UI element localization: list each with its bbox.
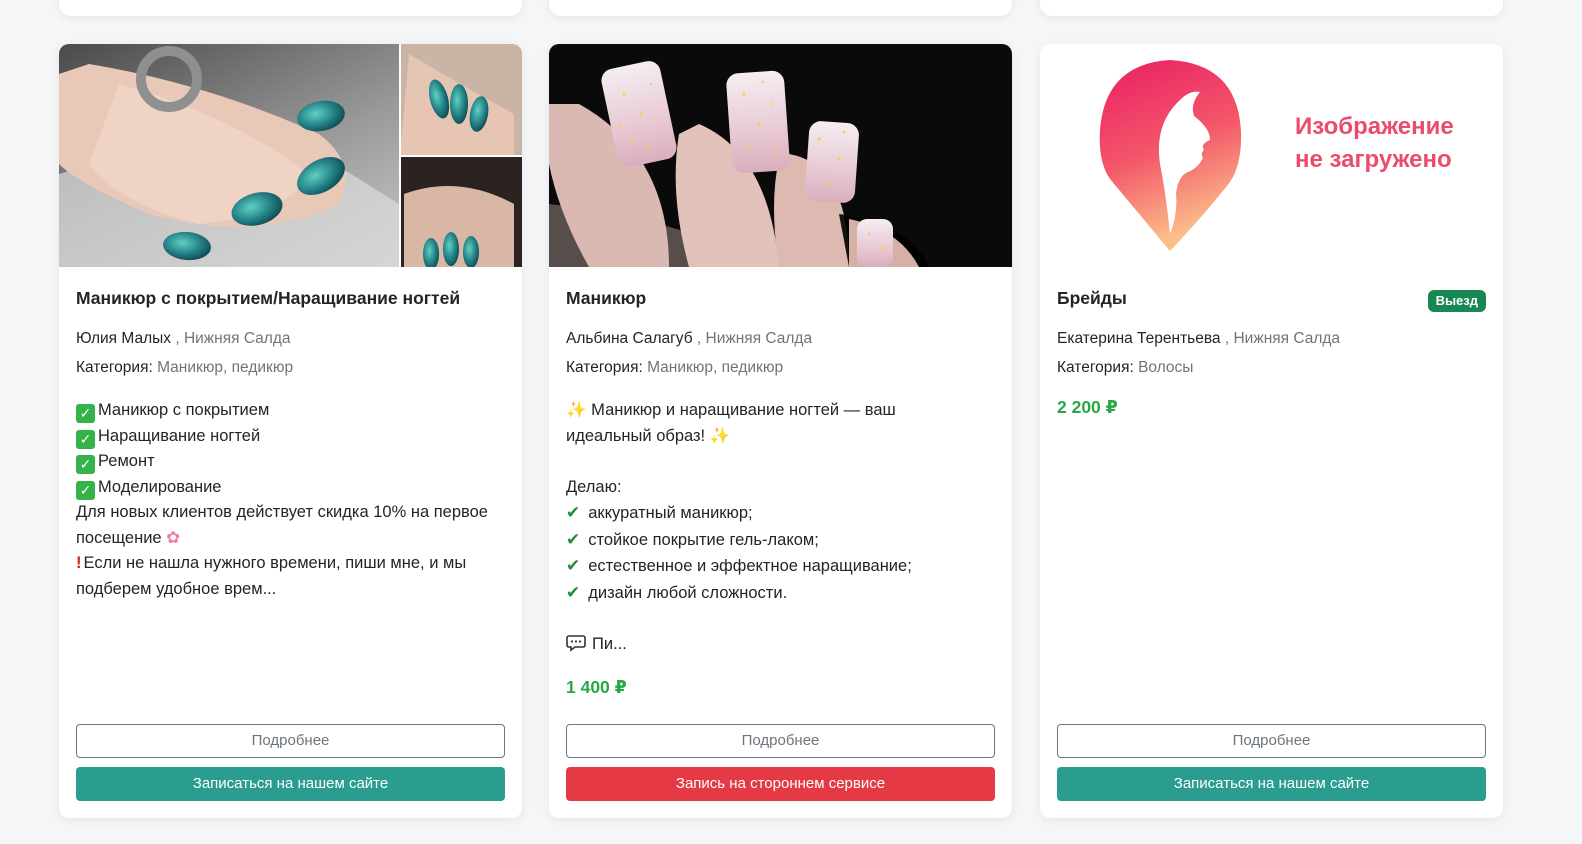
previous-card-bottom bbox=[59, 0, 522, 16]
book-on-site-button[interactable]: Записаться на нашем сайте bbox=[1057, 767, 1486, 801]
details-button[interactable]: Подробнее bbox=[1057, 724, 1486, 758]
desc-line: Ремонт bbox=[98, 452, 155, 470]
check-mark-icon: ✔ bbox=[566, 556, 581, 575]
category-label: Категория: bbox=[566, 359, 643, 376]
category-label: Категория: bbox=[1057, 359, 1134, 376]
check-mark-icon: ✔ bbox=[566, 582, 581, 602]
city: , Нижняя Салда bbox=[696, 330, 813, 347]
desc-line: идеальный образ! bbox=[566, 426, 706, 445]
desc-line: Моделирование bbox=[98, 477, 222, 496]
check-mark-icon: ✓ bbox=[76, 404, 95, 423]
desc-line: Если не нашла нужного времени, пиши мне,… bbox=[83, 554, 467, 572]
service-title[interactable]: Маникюр bbox=[566, 287, 995, 309]
desc-line: Маникюр и наращивание ногтей — ваш bbox=[591, 401, 896, 419]
service-card: Изображение не загружено Брейды Выезд Ек… bbox=[1040, 44, 1503, 818]
details-button[interactable]: Подробнее bbox=[76, 724, 505, 758]
desc-line: аккуратный маникюр; bbox=[588, 504, 753, 522]
desc-line: Для новых клиентов действует скидка 10% … bbox=[76, 503, 488, 521]
city: , Нижняя Салда bbox=[175, 330, 291, 347]
desc-line: Делаю: bbox=[566, 477, 622, 496]
category-value: Волосы bbox=[1138, 359, 1194, 376]
desc-line: дизайн любой сложности. bbox=[588, 583, 788, 602]
speech-bubble-icon bbox=[566, 634, 586, 661]
price: 1 400 ₽ bbox=[566, 677, 627, 697]
green-glitter-nails-photo bbox=[59, 44, 522, 267]
check-mark-icon: ✔ bbox=[566, 529, 581, 549]
category-row: Категория: Волосы bbox=[1057, 358, 1486, 378]
master-name[interactable]: Екатерина Терентьева bbox=[1057, 330, 1221, 347]
sparkle-nails-photo bbox=[549, 44, 1012, 267]
category-label: Категория: bbox=[76, 359, 153, 376]
image-placeholder[interactable]: Изображение не загружено bbox=[1040, 44, 1503, 267]
desc-line: естественное и эффектное наращивание; bbox=[588, 557, 912, 575]
desc-line: Маникюр с покрытием bbox=[98, 401, 270, 419]
details-button[interactable]: Подробнее bbox=[566, 724, 995, 758]
placeholder-line: не загружено bbox=[1295, 146, 1452, 173]
master-name[interactable]: Альбина Салагуб bbox=[566, 330, 693, 347]
service-title[interactable]: Маникюр с покрытием/Наращивание ногтей bbox=[76, 287, 505, 309]
check-mark-icon: ✓ bbox=[76, 455, 95, 474]
service-title[interactable]: Брейды bbox=[1057, 287, 1486, 309]
desc-line: подберем удобное врем... bbox=[76, 579, 277, 598]
flower-icon: ✿ bbox=[166, 528, 181, 547]
previous-card-bottom bbox=[1040, 0, 1503, 16]
desc-line: посещение bbox=[76, 528, 162, 547]
desc-line: стойкое покрытие гель-лаком; bbox=[588, 530, 819, 549]
category-value: Маникюр, педикюр bbox=[647, 359, 784, 376]
service-photo[interactable] bbox=[549, 44, 1012, 267]
category-value: Маникюр, педикюр bbox=[157, 359, 294, 376]
master-name[interactable]: Юлия Малых bbox=[76, 330, 171, 347]
service-card: Маникюр с покрытием/Наращивание ногтей Ю… bbox=[59, 44, 522, 818]
sparkles-icon: ✨ bbox=[566, 401, 587, 419]
placeholder-line: Изображение bbox=[1295, 113, 1454, 140]
service-photo[interactable] bbox=[59, 44, 522, 267]
service-card: Маникюр Альбина Салагуб , Нижняя Салда К… bbox=[549, 44, 1012, 818]
category-row: Категория: Маникюр, педикюр bbox=[76, 358, 505, 378]
exclamation-icon: ! bbox=[76, 554, 82, 572]
price: 2 200 ₽ bbox=[1057, 397, 1118, 417]
service-description: ✓ Маникюр с покрытием ✓ Наращивание ногтей… bbox=[76, 398, 505, 602]
category-row: Категория: Маникюр, педикюр bbox=[566, 358, 995, 378]
previous-card-bottom bbox=[549, 0, 1012, 16]
outcall-badge: Выезд bbox=[1427, 290, 1486, 312]
city: , Нижняя Салда bbox=[1224, 330, 1341, 347]
sparkles-icon: ✨ bbox=[709, 426, 731, 445]
master-info: Екатерина Терентьева , Нижняя Салда bbox=[1057, 329, 1486, 349]
check-mark-icon: ✔ bbox=[566, 503, 581, 522]
book-on-site-button[interactable]: Записаться на нашем сайте bbox=[76, 767, 505, 801]
check-mark-icon: ✓ bbox=[76, 429, 95, 449]
service-description: ✨ Маникюр и наращивание ногтей — ваш иде… bbox=[566, 398, 995, 660]
desc-line: Пи... bbox=[592, 634, 627, 653]
image-not-loaded-text: Изображение не загружено bbox=[1295, 110, 1454, 176]
book-external-button[interactable]: Запись на стороннем сервисе bbox=[566, 767, 995, 801]
check-mark-icon: ✓ bbox=[76, 480, 95, 500]
desc-line: Наращивание ногтей bbox=[98, 426, 261, 445]
master-info: Юлия Малых , Нижняя Салда bbox=[76, 329, 505, 349]
master-info: Альбина Салагуб , Нижняя Салда bbox=[566, 329, 995, 349]
